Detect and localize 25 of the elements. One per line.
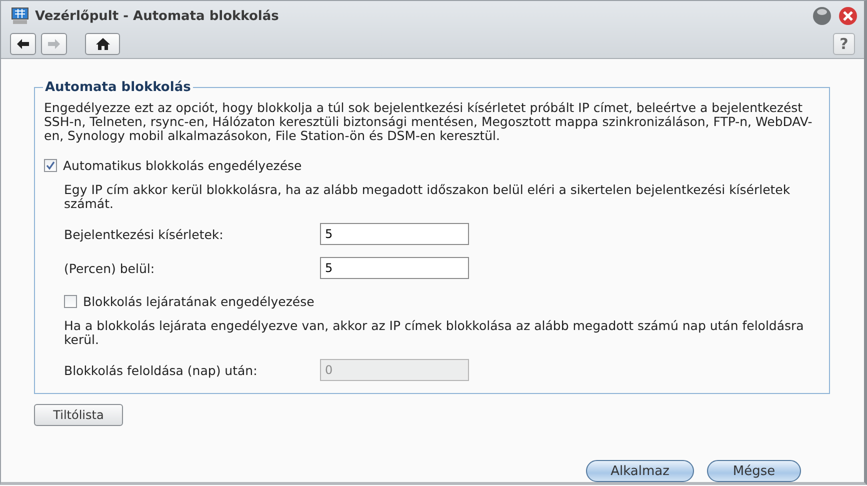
checkmark-icon (46, 160, 55, 170)
help-button[interactable]: ? (833, 33, 855, 55)
close-icon[interactable] (838, 6, 858, 26)
window-title: Vezérlőpult - Automata blokkolás (35, 8, 280, 24)
apply-button[interactable]: Alkalmaz (586, 460, 694, 482)
left-arrow-icon (16, 38, 30, 50)
back-button[interactable] (10, 33, 36, 55)
description-text: Engedélyezze ezt az opciót, hogy blokkolja a túl sok bejelentkezési kísérletet próbált IP címet, beleértve a bejelentkezést SSH-n, Telneten, rsync-en, Hálózaton keresztüli biztonsági mentésen, Megosztott mappa szinkronizáláson, FTP-n, WebDAV-en, Synology mobil alkalmazásokon, File Station-ön és DSM-en keresztül. (44, 101, 814, 143)
checkbox-option[interactable]: Automatikus blokkolás engedélyezése (44, 157, 820, 173)
field-label: (Percen) belül: (64, 260, 156, 276)
help-text: Egy IP cím akkor kerül blokkolásra, ha az alább megadott időszakon belül eléri a sikertelen bejelentkezési kísérletek számát. (64, 183, 792, 211)
checkbox-option[interactable]: Blokkolás lejáratának engedélyezése (64, 293, 820, 309)
blocklist-button[interactable]: Tiltólista (34, 404, 123, 426)
right-arrow-icon (47, 38, 61, 50)
input-field[interactable]: 5 (320, 223, 469, 245)
field-label: Blokkolás feloldása (nap) után: (64, 362, 258, 378)
cancel-button[interactable]: Mégse (707, 460, 801, 482)
control-panel-icon (11, 7, 29, 25)
help-text: Ha a blokkolás lejárata engedélyezve van, akkor az IP címek blokkolása az alább megadott számú nap után feloldásra kerül. (64, 319, 805, 347)
input-field[interactable]: 5 (320, 257, 469, 279)
home-button[interactable] (85, 33, 120, 55)
field-label: Bejelentkezési kísérletek: (64, 226, 224, 242)
home-icon (94, 37, 110, 51)
group-title: Automata blokkolás (44, 80, 192, 95)
minimize-icon[interactable] (812, 6, 832, 26)
